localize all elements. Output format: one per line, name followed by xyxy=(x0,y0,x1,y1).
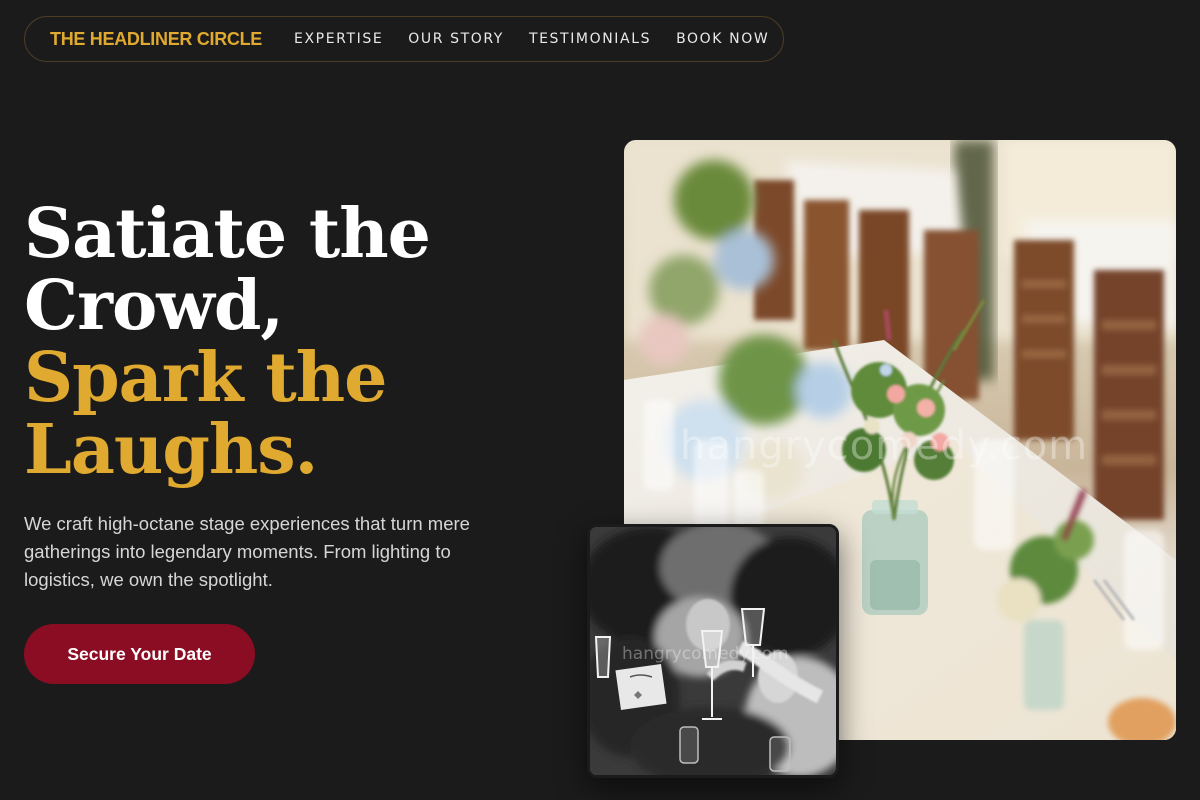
sub-photo-watermark: hangrycomedy.com xyxy=(622,644,789,664)
page: THE HEADLINER CIRCLE EXPERTISE OUR STORY… xyxy=(0,0,1200,800)
headline-line-3: Spark the xyxy=(24,338,387,418)
nav-link-expertise[interactable]: EXPERTISE xyxy=(294,31,383,47)
headline-line-1: Satiate the xyxy=(24,194,431,274)
nav-link-testimonials[interactable]: TESTIMONIALS xyxy=(529,31,651,47)
headline-line-2: Crowd, xyxy=(24,266,284,346)
headline-line-4: Laughs. xyxy=(24,410,318,490)
hero-lead: We craft high-octane stage experiences t… xyxy=(24,513,470,590)
main-photo-watermark: hangrycomedy.com xyxy=(680,423,1089,469)
brand-logo[interactable]: THE HEADLINER CIRCLE xyxy=(50,29,262,50)
nav-link-book-now[interactable]: BOOK NOW xyxy=(676,31,769,47)
top-nav: THE HEADLINER CIRCLE EXPERTISE OUR STORY… xyxy=(24,16,784,62)
toast-photo: hangrycomedy.com xyxy=(587,524,839,778)
hero-headline: Satiate the Crowd, Spark the Laughs. xyxy=(24,198,584,486)
nav-links: EXPERTISE OUR STORY TESTIMONIALS BOOK NO… xyxy=(294,31,794,47)
secure-date-button[interactable]: Secure Your Date xyxy=(24,624,255,684)
nav-link-our-story[interactable]: OUR STORY xyxy=(408,31,504,47)
